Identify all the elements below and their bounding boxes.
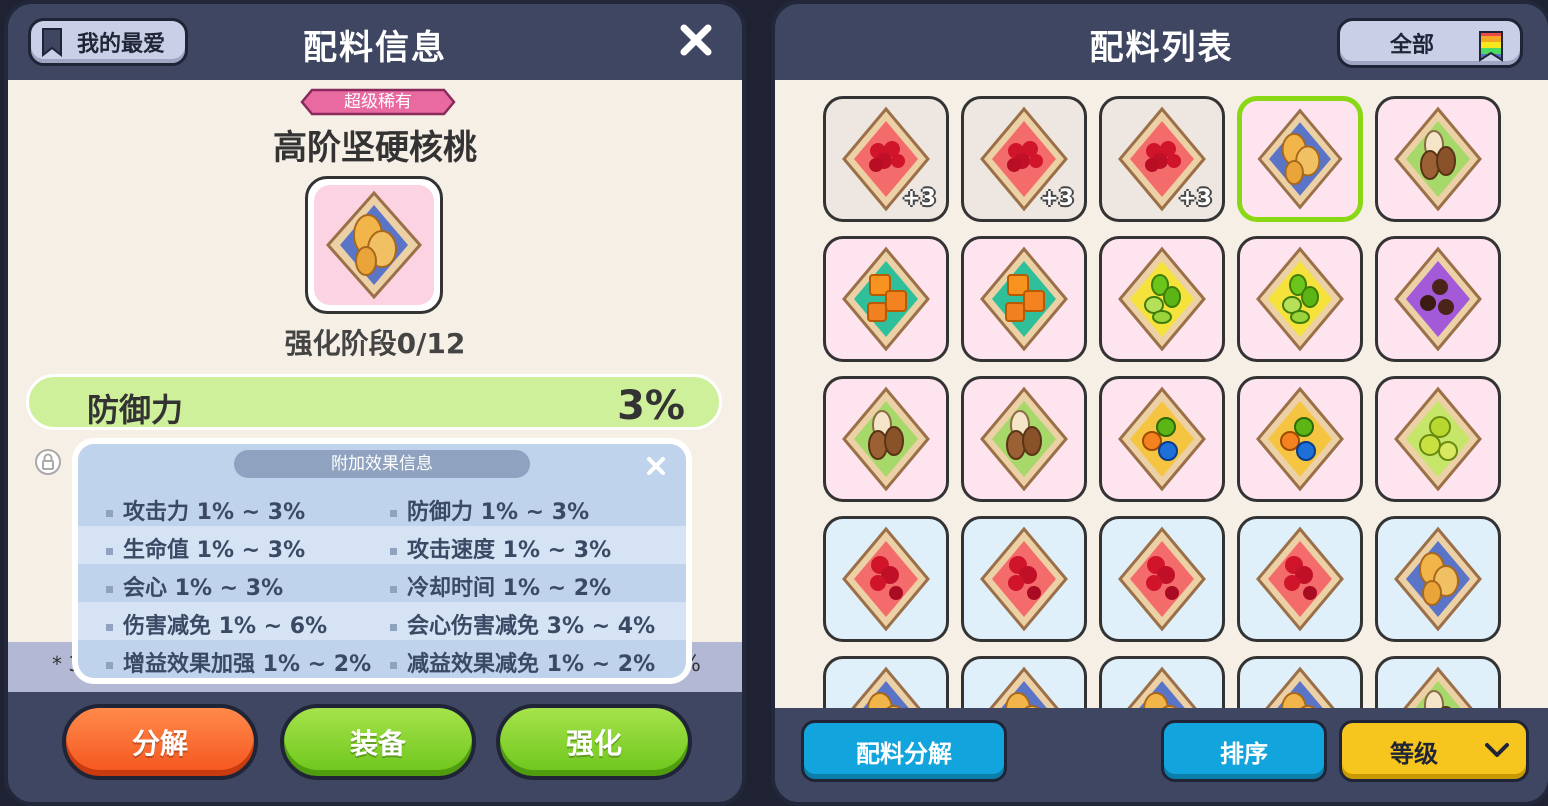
walnut-topping-icon (851, 666, 921, 708)
ingredient-slot[interactable] (1237, 516, 1363, 642)
main-stat-bar: 防御力 3% (26, 374, 722, 430)
ingredient-slot[interactable]: +3 (823, 96, 949, 222)
popup-title: 附加效果信息 (234, 450, 530, 478)
ingredient-slot[interactable] (823, 376, 949, 502)
ingredient-slot[interactable] (1237, 376, 1363, 502)
raspberry-topping-icon (1118, 526, 1206, 632)
ingredient-slot[interactable] (823, 656, 949, 708)
slot-level-badge: +3 (1178, 186, 1212, 211)
walnut-topping-icon (1257, 108, 1343, 210)
effect-item: 攻击力 1% ~ 3% (106, 494, 305, 526)
ingredient-slot[interactable] (1375, 96, 1501, 222)
caramel-topping-icon (842, 246, 930, 352)
ingredient-slot[interactable] (1375, 236, 1501, 362)
walnut-topping-icon (1394, 526, 1482, 632)
ingredient-slot[interactable] (1099, 376, 1225, 502)
ingredient-slot-selected[interactable] (1237, 96, 1363, 222)
raspberry-topping-icon (980, 526, 1068, 632)
walnut-topping-icon (989, 666, 1059, 708)
sort-by-level-label: 等级 (1390, 739, 1438, 768)
effect-row: 会心 1% ~ 3% 冷却时间 1% ~ 2% (78, 564, 686, 602)
ingredient-slot[interactable] (961, 236, 1087, 362)
ingredient-slot[interactable]: +3 (1099, 96, 1225, 222)
walnut-topping-icon (314, 185, 434, 305)
decompose-button[interactable]: 分解 (62, 704, 258, 780)
enhance-button[interactable]: 强化 (496, 704, 692, 780)
effect-row: 增益效果加强 1% ~ 2% 减益效果减免 1% ~ 2% (78, 640, 686, 678)
walnut-topping-icon (1265, 666, 1335, 708)
ingredient-grid: +3 +3 +3 (775, 80, 1548, 708)
filter-label: 全部 (1390, 33, 1435, 58)
effect-item: 防御力 1% ~ 3% (390, 494, 589, 526)
chevron-down-icon (1485, 743, 1509, 757)
effect-item: 生命值 1% ~ 3% (106, 532, 305, 564)
main-stat-label: 防御力 (87, 391, 184, 429)
sort-by-level-select[interactable]: 等级 (1339, 720, 1529, 782)
effect-item: 减益效果减免 1% ~ 2% (390, 646, 655, 678)
sort-button[interactable]: 排序 (1161, 720, 1327, 782)
effect-item: 攻击速度 1% ~ 3% (390, 532, 611, 564)
effect-row: 攻击力 1% ~ 3% 防御力 1% ~ 3% (78, 488, 686, 526)
ingredient-slot[interactable] (1099, 656, 1225, 708)
ingredient-slot[interactable] (1375, 376, 1501, 502)
ingredient-info-panel: 我的最爱 配料信息 超级稀有 高阶坚硬核桃 强化阶段0/12 防御力 3% * … (4, 0, 746, 806)
ingredient-slot[interactable] (1099, 516, 1225, 642)
main-stat-value: 3% (617, 383, 685, 429)
ingredient-slot[interactable] (1237, 236, 1363, 362)
green-jelly-topping-icon (1118, 246, 1206, 352)
almond-topping-icon (842, 386, 930, 492)
equip-button[interactable]: 装备 (280, 704, 476, 780)
walnut-topping-icon (1127, 666, 1197, 708)
ingredient-icon-frame (305, 176, 443, 314)
raspberry-topping-icon (842, 526, 930, 632)
candy-topping-icon (1256, 386, 1344, 492)
ingredient-slot[interactable] (961, 376, 1087, 502)
ingredient-name: 高阶坚硬核桃 (273, 128, 477, 168)
ingredient-slot[interactable] (961, 516, 1087, 642)
effect-row: 生命值 1% ~ 3% 攻击速度 1% ~ 3% (78, 526, 686, 564)
bonus-effect-popup: 附加效果信息 攻击力 1% ~ 3% 防御力 1% ~ 3% 生命值 1% ~ … (72, 438, 692, 684)
ingredient-slot[interactable] (1375, 656, 1501, 708)
lock-icon[interactable] (34, 448, 62, 476)
ingredient-slot[interactable]: +3 (961, 96, 1087, 222)
effect-item: 伤害减免 1% ~ 6% (106, 608, 327, 640)
filter-all-button[interactable]: 全部 (1337, 18, 1523, 68)
ingredient-slot[interactable] (961, 656, 1087, 708)
popup-close-icon[interactable] (644, 454, 668, 478)
slot-level-badge: +3 (902, 186, 936, 211)
ingredient-slot[interactable] (1375, 516, 1501, 642)
candy-topping-icon (1118, 386, 1206, 492)
batch-decompose-button[interactable]: 配料分解 (801, 720, 1007, 782)
effect-item: 冷却时间 1% ~ 2% (390, 570, 611, 602)
ingredient-slot[interactable] (1099, 236, 1225, 362)
raspberry-topping-icon (1256, 526, 1344, 632)
bonus-effect-list: 附加效果信息 攻击力 1% ~ 3% 防御力 1% ~ 3% 生命值 1% ~ … (78, 444, 686, 678)
rainbow-bookmark-icon (1479, 31, 1503, 62)
enhance-stage: 强化阶段0/12 (284, 327, 466, 360)
slot-level-badge: +3 (1040, 186, 1074, 211)
chocolate-topping-icon (1394, 246, 1482, 352)
panel-title: 配料信息 (303, 28, 447, 68)
almond-topping-icon (980, 386, 1068, 492)
effect-item: 增益效果加强 1% ~ 2% (106, 646, 371, 678)
effect-row: 伤害减免 1% ~ 6% 会心伤害减免 3% ~ 4% (78, 602, 686, 640)
almond-topping-icon (1403, 666, 1473, 708)
ingredient-slot[interactable] (1237, 656, 1363, 708)
green-jelly-topping-icon (1256, 246, 1344, 352)
almond-topping-icon (1394, 106, 1482, 212)
kiwi-topping-icon (1394, 386, 1482, 492)
effect-item: 会心伤害减免 3% ~ 4% (390, 608, 655, 640)
close-icon[interactable] (678, 22, 714, 58)
ingredient-slot[interactable] (823, 236, 949, 362)
rarity-badge: 超级稀有 (344, 92, 412, 112)
ingredient-slot[interactable] (823, 516, 949, 642)
caramel-topping-icon (980, 246, 1068, 352)
effect-item: 会心 1% ~ 3% (106, 570, 283, 602)
ingredient-list-panel: 配料列表 全部 +3 +3 +3 配料分解 排序 等级 (771, 0, 1548, 806)
ingredient-detail: 超级稀有 高阶坚硬核桃 强化阶段0/12 (8, 80, 742, 366)
